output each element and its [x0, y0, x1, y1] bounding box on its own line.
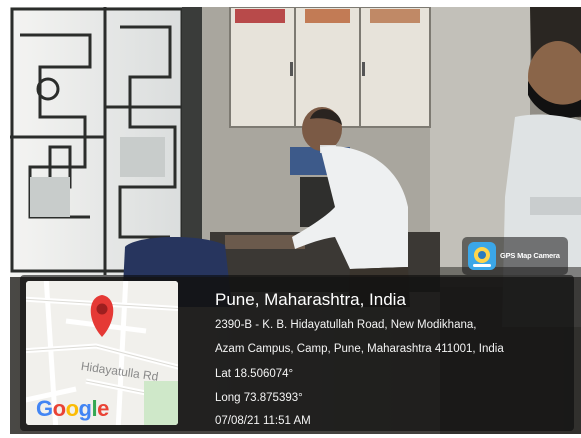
- geotagged-photo: GPS Map Camera Hidayatulla Rd Google Pun…: [10, 7, 581, 434]
- google-logo-letter: g: [78, 396, 92, 421]
- app-label: GPS Map Camera: [500, 251, 560, 260]
- address-line-2: Azam Campus, Camp, Pune, Maharashtra 411…: [215, 343, 504, 355]
- google-logo-letter: G: [36, 396, 53, 421]
- address-line-1: 2390-B - K. B. Hidayatullah Road, New Mo…: [215, 319, 477, 331]
- location-title: Pune, Maharashtra, India: [215, 290, 406, 309]
- gps-map-camera-badge: GPS Map Camera: [462, 237, 568, 275]
- location-caption-panel: Hidayatulla Rd Google Pune, Maharashtra,…: [20, 275, 574, 431]
- gps-map-camera-icon: [468, 242, 496, 270]
- google-logo-letter: o: [52, 396, 66, 421]
- google-logo: Google: [36, 396, 109, 422]
- google-logo-letter: o: [65, 396, 79, 421]
- google-logo-letter: e: [97, 396, 109, 421]
- longitude-readout: Long 73.875393°: [215, 392, 303, 404]
- capture-timestamp: 07/08/21 11:51 AM: [215, 415, 311, 427]
- latitude-readout: Lat 18.506074°: [215, 368, 294, 380]
- map-thumbnail: Hidayatulla Rd Google: [26, 281, 178, 425]
